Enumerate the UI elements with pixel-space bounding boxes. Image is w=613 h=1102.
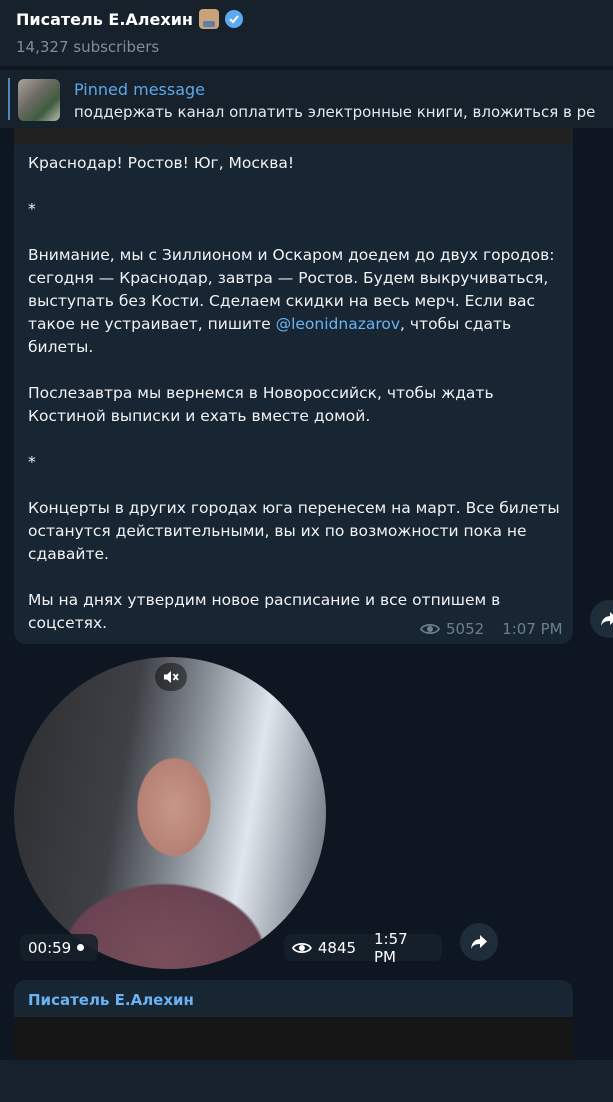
pinned-thumbnail [18,79,60,121]
bottom-bar [0,1060,613,1102]
views-eye-icon [292,942,312,953]
view-count: 4845 [317,938,357,957]
video-duration-badge: 00:59 [20,934,98,961]
verified-icon [224,10,243,28]
message-paragraph: Краснодар! Ростов! Юг, Москва! [28,154,295,172]
pinned-label: Pinned message [74,80,206,99]
subscriber-count: 14,327 subscribers [16,38,160,56]
message-paragraph: Послезавтра мы вернемся в Новороссийск, … [28,384,499,425]
pinned-message-bar[interactable]: Pinned message поддержать канал оплатить… [0,70,613,128]
message-author[interactable]: Писатель Е.Алехин [28,991,194,1009]
message-separator: * [28,200,36,218]
writer-emoji-icon [198,9,219,29]
message-paragraph: Концерты в других городах юга перенесем … [28,499,565,563]
share-arrow-icon [471,935,487,949]
channel-header[interactable]: Писатель Е.Алехин 14,327 subscribers [0,0,613,66]
view-count: 5052 [446,620,485,638]
forward-button[interactable] [460,923,498,961]
channel-title-row[interactable]: Писатель Е.Алехин [16,9,243,29]
video-duration: 00:59 [28,938,72,957]
share-arrow-icon [601,612,613,626]
muted-speaker-icon[interactable] [155,663,187,691]
message-separator: * [28,453,36,471]
message-meta: 5052 1:07 PM [420,620,563,638]
message-text: Краснодар! Ростов! Юг, Москва! * Внимани… [28,152,568,635]
video-meta-badge: 4845 1:57 PM [284,930,442,966]
round-video-message[interactable] [14,657,326,969]
message-media-edge [14,128,573,145]
message-time: 1:57 PM [374,929,408,966]
message-media[interactable] [14,1017,573,1060]
forward-button[interactable] [590,600,613,638]
message-time: 1:07 PM [502,620,563,638]
pinned-indicator [8,78,10,120]
channel-name: Писатель Е.Алехин [16,9,193,29]
unplayed-dot [77,944,85,951]
pinned-text: поддержать канал оплатить электронные кн… [74,103,596,121]
mention-link[interactable]: @leonidnazarov [276,315,400,333]
views-eye-icon [420,623,440,635]
